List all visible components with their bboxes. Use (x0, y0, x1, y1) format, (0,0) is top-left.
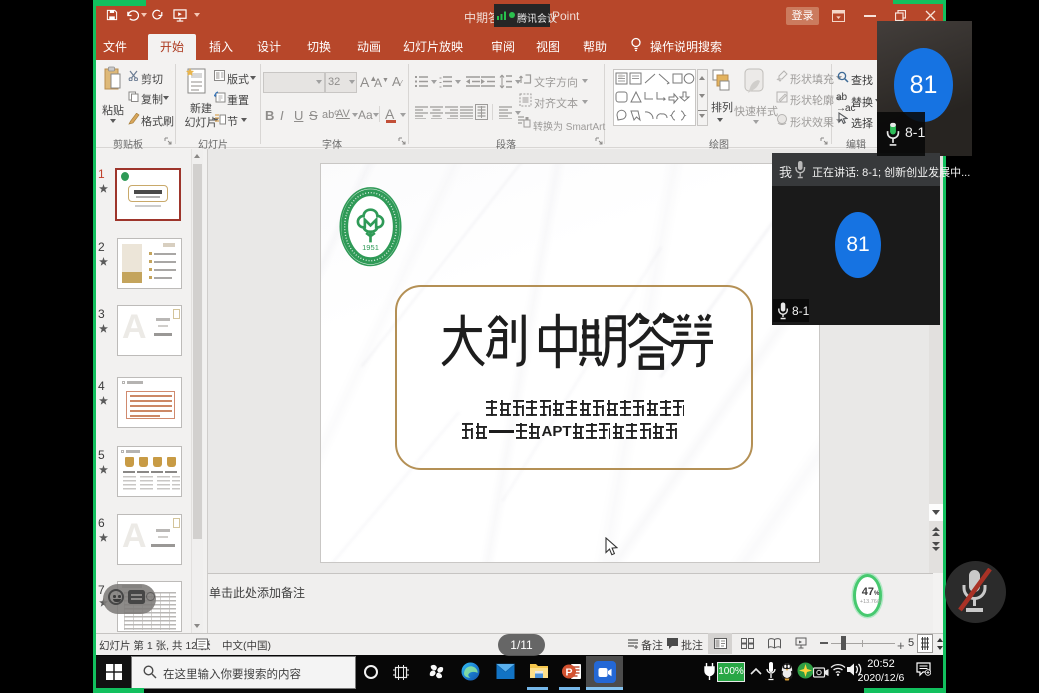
svg-text:1951: 1951 (362, 243, 379, 252)
svg-text:P: P (565, 667, 572, 679)
